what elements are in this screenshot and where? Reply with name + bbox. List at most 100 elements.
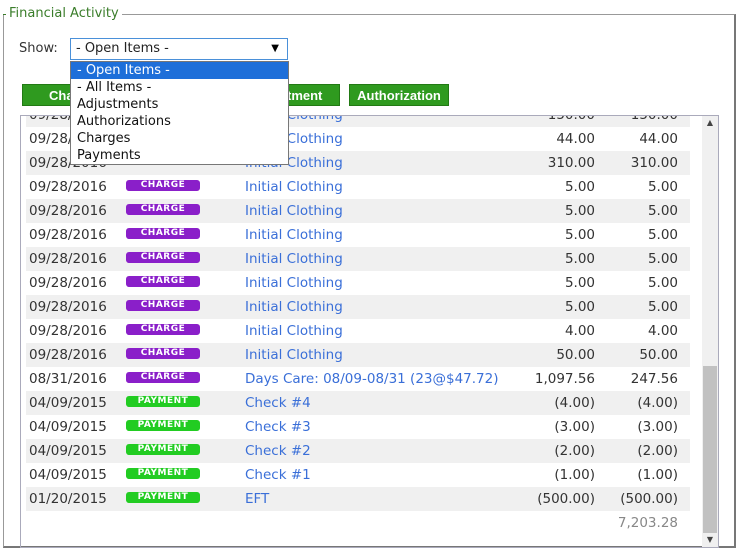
charge-badge: CHARGE [126, 348, 200, 359]
row-description-link[interactable]: Days Care: 08/09-08/31 (23@$47.72) [245, 367, 499, 391]
row-description-link[interactable]: Initial Clothing [245, 295, 343, 319]
row-description-link[interactable]: Initial Clothing [245, 319, 343, 343]
dropdown-option[interactable]: Authorizations [71, 113, 288, 130]
row-amount: 5.00 [564, 275, 595, 291]
row-balance: (2.00) [637, 443, 678, 459]
row-description-link[interactable]: Initial Clothing [245, 343, 343, 367]
row-balance: 5.00 [647, 275, 678, 291]
charge-badge: CHARGE [126, 372, 200, 383]
row-balance: 5.00 [647, 179, 678, 195]
row-balance: 5.00 [647, 299, 678, 315]
dropdown-option[interactable]: Adjustments [71, 96, 288, 113]
row-amount: 50.00 [556, 347, 595, 363]
row-description-link[interactable]: Check #1 [245, 463, 311, 487]
vertical-scrollbar[interactable]: ▲ ▼ [702, 116, 718, 547]
row-amount: 4.00 [564, 323, 595, 339]
dropdown-option[interactable]: Payments [71, 147, 288, 164]
row-balance: (1.00) [637, 467, 678, 483]
row-description-link[interactable]: Check #4 [245, 391, 311, 415]
activity-row[interactable]: 04/09/2015 PAYMENT Check #4 (4.00) (4.00) [26, 391, 690, 415]
row-amount: (500.00) [537, 491, 595, 507]
activity-row[interactable]: 09/28/2016 CHARGE Initial Clothing 5.00 5.00 [26, 199, 690, 223]
charge-badge: CHARGE [126, 252, 200, 263]
row-amount: 150.00 [547, 115, 595, 123]
row-amount: (1.00) [554, 467, 595, 483]
row-date: 04/09/2015 [29, 419, 107, 435]
total-balance: 7,203.28 [617, 515, 678, 531]
show-filter-select[interactable]: - Open Items - ▼ [70, 38, 288, 60]
row-date: 09/28/2016 [29, 203, 107, 219]
row-description-link[interactable]: Initial Clothing [245, 199, 343, 223]
scroll-down-icon[interactable]: ▼ [702, 533, 718, 547]
row-description-link[interactable]: Check #2 [245, 439, 311, 463]
payment-badge: PAYMENT [126, 468, 200, 479]
total-row: 7,203.28 [26, 511, 690, 535]
row-description-link[interactable]: Initial Clothing [245, 247, 343, 271]
charge-badge: CHARGE [126, 300, 200, 311]
row-date: 04/09/2015 [29, 395, 107, 411]
row-amount: 5.00 [564, 203, 595, 219]
payment-badge: PAYMENT [126, 420, 200, 431]
activity-row[interactable]: 09/28/2016 CHARGE Initial Clothing 5.00 5.00 [26, 175, 690, 199]
activity-row[interactable]: 08/31/2016 CHARGE Days Care: 08/09-08/31 (… [26, 367, 690, 391]
add-authorization-button[interactable]: Authorization [349, 84, 449, 106]
row-date: 09/28/2016 [29, 299, 107, 315]
activity-row[interactable]: 09/28/2016 CHARGE Initial Clothing 5.00 5.00 [26, 223, 690, 247]
activity-row[interactable]: 09/28/2016 CHARGE Initial Clothing 50.00 50.… [26, 343, 690, 367]
show-filter-dropdown[interactable]: - Open Items -- All Items - Adjustments Au… [70, 61, 289, 165]
activity-row[interactable]: 09/28/2016 CHARGE Initial Clothing 4.00 4.00 [26, 319, 690, 343]
row-description-link[interactable]: Initial Clothing [245, 223, 343, 247]
row-date: 09/28/2016 [29, 275, 107, 291]
row-date: 04/09/2015 [29, 443, 107, 459]
activity-row[interactable]: 04/09/2015 PAYMENT Check #3 (3.00) (3.00) [26, 415, 690, 439]
payment-badge: PAYMENT [126, 492, 200, 503]
charge-badge: CHARGE [126, 204, 200, 215]
activity-row[interactable]: 09/28/2016 CHARGE Initial Clothing 5.00 5.00 [26, 271, 690, 295]
row-amount: 44.00 [556, 131, 595, 147]
row-date: 01/20/2015 [29, 491, 107, 507]
payment-badge: PAYMENT [126, 444, 200, 455]
row-amount: (3.00) [554, 419, 595, 435]
activity-row[interactable]: 04/09/2015 PAYMENT Check #2 (2.00) (2.00) [26, 439, 690, 463]
row-date: 08/31/2016 [29, 371, 107, 387]
row-amount: 5.00 [564, 251, 595, 267]
activity-rows: 09/28/2016 Initial Clothing 150.00 150.00 09… [26, 115, 690, 535]
row-balance: 5.00 [647, 227, 678, 243]
activity-row[interactable]: 04/09/2015 PAYMENT Check #1 (1.00) (1.00) [26, 463, 690, 487]
charge-badge: CHARGE [126, 276, 200, 287]
row-amount: 5.00 [564, 227, 595, 243]
row-date: 09/28/2016 [29, 179, 107, 195]
activity-list[interactable]: 09/28/2016 Initial Clothing 150.00 150.00 09… [20, 115, 719, 548]
row-balance: 247.56 [630, 371, 678, 387]
row-balance: (4.00) [637, 395, 678, 411]
row-description-link[interactable]: Check #3 [245, 415, 311, 439]
row-description-link[interactable]: EFT [245, 487, 269, 511]
section-title: Financial Activity [6, 6, 122, 22]
row-amount: 1,097.56 [534, 371, 595, 387]
activity-row[interactable]: 01/20/2015 PAYMENT EFT (500.00) (500.00) [26, 487, 690, 511]
row-description-link[interactable]: Initial Clothing [245, 271, 343, 295]
scrollbar-thumb[interactable] [703, 366, 717, 533]
row-balance: 5.00 [647, 203, 678, 219]
row-date: 04/09/2015 [29, 467, 107, 483]
row-amount: 5.00 [564, 179, 595, 195]
row-balance: (3.00) [637, 419, 678, 435]
show-label: Show: [19, 41, 58, 56]
dropdown-option[interactable]: Charges [71, 130, 288, 147]
row-balance: 150.00 [630, 115, 678, 123]
activity-row[interactable]: 09/28/2016 CHARGE Initial Clothing 5.00 5.00 [26, 247, 690, 271]
row-balance: (500.00) [620, 491, 678, 507]
activity-row[interactable]: 09/28/2016 CHARGE Initial Clothing 5.00 5.00 [26, 295, 690, 319]
row-amount: (4.00) [554, 395, 595, 411]
row-amount: 310.00 [547, 155, 595, 171]
scroll-up-icon[interactable]: ▲ [702, 116, 718, 130]
row-date: 09/28/2016 [29, 227, 107, 243]
dropdown-option[interactable]: - All Items - [71, 79, 288, 96]
row-balance: 5.00 [647, 251, 678, 267]
row-amount: (2.00) [554, 443, 595, 459]
row-date: 09/28/2016 [29, 323, 107, 339]
charge-badge: CHARGE [126, 228, 200, 239]
row-date: 09/28/2016 [29, 347, 107, 363]
dropdown-option[interactable]: - Open Items - [71, 62, 288, 79]
row-description-link[interactable]: Initial Clothing [245, 175, 343, 199]
